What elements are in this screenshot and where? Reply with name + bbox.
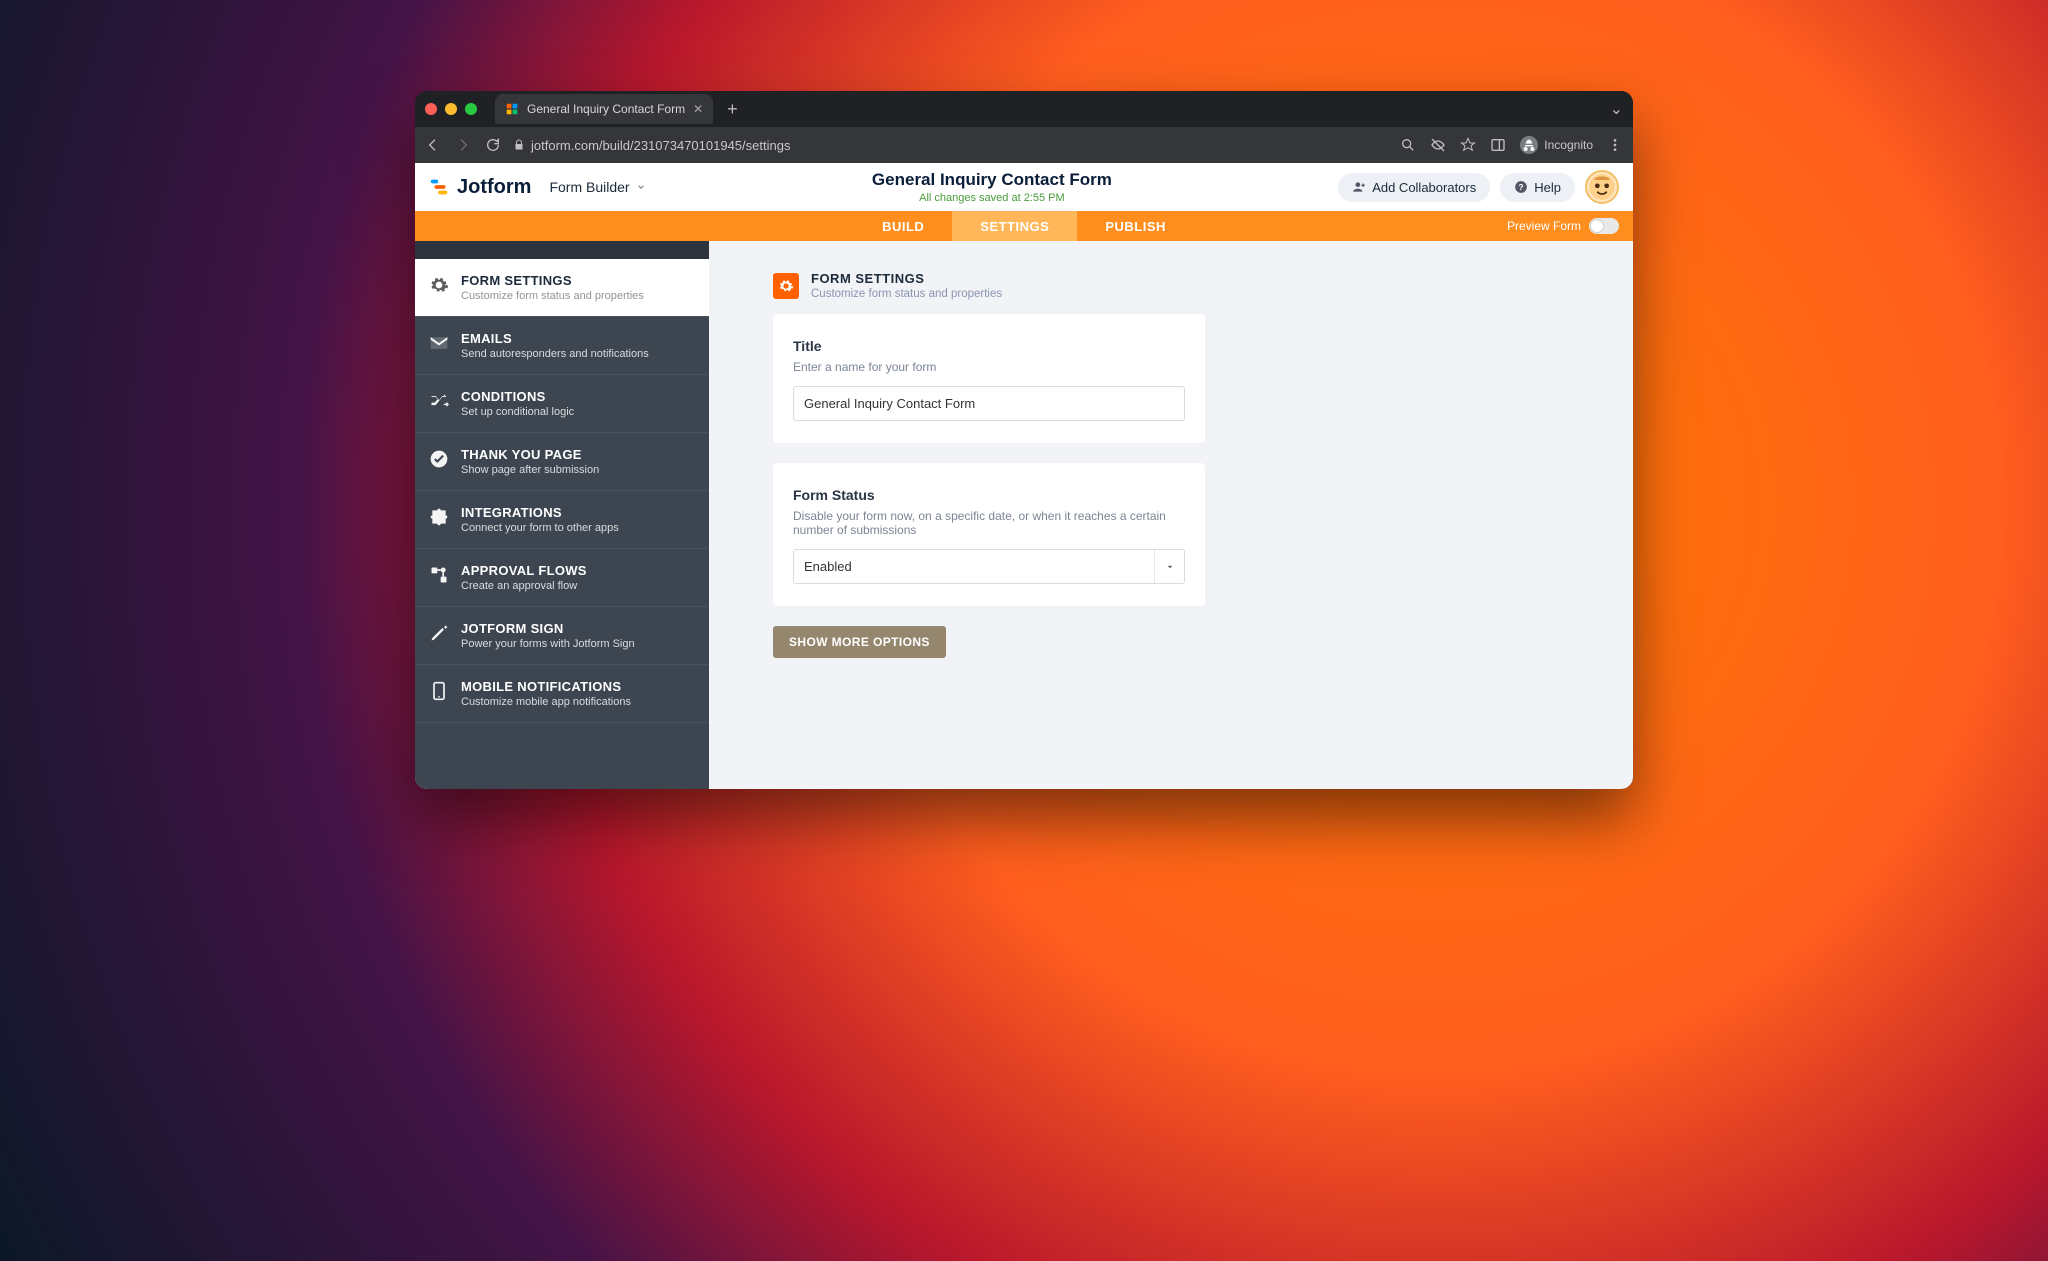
sidebar-item-mobile-notifications[interactable]: MOBILE NOTIFICATIONSCustomize mobile app… bbox=[415, 665, 709, 723]
title-card: Title Enter a name for your form bbox=[773, 314, 1205, 443]
save-status: All changes saved at 2:55 PM bbox=[646, 192, 1339, 204]
preview-form-label: Preview Form bbox=[1507, 219, 1581, 233]
close-window-button[interactable] bbox=[425, 103, 437, 115]
app-header: Jotform Form Builder General Inquiry Con… bbox=[415, 163, 1633, 211]
settings-sidebar: FORM SETTINGSCustomize form status and p… bbox=[415, 241, 709, 789]
new-tab-button[interactable]: + bbox=[721, 99, 744, 120]
user-avatar[interactable] bbox=[1585, 170, 1619, 204]
gear-icon bbox=[429, 275, 449, 295]
sidebar-item-emails[interactable]: EMAILSSend autoresponders and notificati… bbox=[415, 317, 709, 375]
browser-toolbar: jotform.com/build/231073470101945/settin… bbox=[415, 127, 1633, 163]
star-icon[interactable] bbox=[1460, 137, 1476, 153]
form-builder-dropdown[interactable]: Form Builder bbox=[549, 179, 645, 195]
address-bar[interactable]: jotform.com/build/231073470101945/settin… bbox=[513, 138, 790, 153]
sidebar-item-form-settings[interactable]: FORM SETTINGSCustomize form status and p… bbox=[415, 259, 709, 317]
main-tabs: BUILD SETTINGS PUBLISH Preview Form bbox=[415, 211, 1633, 241]
sidebar-item-jotform-sign[interactable]: JOTFORM SIGNPower your forms with Jotfor… bbox=[415, 607, 709, 665]
sidebar-item-thank-you[interactable]: THANK YOU PAGEShow page after submission bbox=[415, 433, 709, 491]
panel-icon[interactable] bbox=[1490, 137, 1506, 153]
tabs-dropdown-icon[interactable]: ⌄ bbox=[1610, 99, 1623, 119]
tab-strip: General Inquiry Contact Form ✕ + ⌄ bbox=[415, 91, 1633, 127]
help-button[interactable]: ? Help bbox=[1500, 173, 1575, 202]
app-body: FORM SETTINGS Customize form status and p… bbox=[415, 241, 1633, 789]
incognito-indicator[interactable]: Incognito bbox=[1520, 136, 1593, 154]
form-builder-label: Form Builder bbox=[549, 179, 629, 195]
title-input[interactable] bbox=[793, 386, 1185, 421]
window-controls bbox=[425, 103, 477, 115]
preview-toggle[interactable] bbox=[1589, 218, 1619, 234]
jotform-logo[interactable]: Jotform bbox=[429, 176, 531, 199]
mail-icon bbox=[429, 333, 449, 353]
logo-text: Jotform bbox=[457, 176, 531, 199]
lock-icon bbox=[513, 139, 525, 151]
browser-window: General Inquiry Contact Form ✕ + ⌄ jotfo… bbox=[415, 91, 1633, 789]
url-text: jotform.com/build/231073470101945/settin… bbox=[531, 138, 790, 153]
avatar-icon bbox=[1588, 173, 1616, 201]
sidebar-item-conditions[interactable]: CONDITIONSSet up conditional logic bbox=[415, 375, 709, 433]
search-icon[interactable] bbox=[1400, 137, 1416, 153]
forward-icon[interactable] bbox=[455, 137, 471, 153]
show-more-options-button[interactable]: SHOW MORE OPTIONS bbox=[773, 626, 946, 658]
puzzle-icon bbox=[429, 507, 449, 527]
flow-icon bbox=[429, 565, 449, 585]
kebab-menu-icon[interactable] bbox=[1607, 137, 1623, 153]
pen-icon bbox=[429, 623, 449, 643]
title-label: Title bbox=[793, 338, 1185, 354]
jotform-favicon bbox=[505, 102, 519, 116]
close-tab-icon[interactable]: ✕ bbox=[693, 102, 703, 116]
tab-publish[interactable]: PUBLISH bbox=[1077, 211, 1194, 241]
tab-build[interactable]: BUILD bbox=[854, 211, 952, 241]
title-help: Enter a name for your form bbox=[793, 360, 1185, 374]
chevron-down-icon bbox=[1154, 550, 1184, 583]
maximize-window-button[interactable] bbox=[465, 103, 477, 115]
section-title: FORM SETTINGS bbox=[811, 271, 1002, 286]
add-collaborators-button[interactable]: Add Collaborators bbox=[1338, 173, 1490, 202]
browser-tab[interactable]: General Inquiry Contact Form ✕ bbox=[495, 94, 713, 124]
chevron-down-icon bbox=[636, 182, 646, 192]
status-help: Disable your form now, on a specific dat… bbox=[793, 509, 1185, 537]
person-add-icon bbox=[1352, 180, 1366, 194]
sidebar-item-integrations[interactable]: INTEGRATIONSConnect your form to other a… bbox=[415, 491, 709, 549]
add-collaborators-label: Add Collaborators bbox=[1372, 180, 1476, 195]
help-icon: ? bbox=[1514, 180, 1528, 194]
help-label: Help bbox=[1534, 180, 1561, 195]
reload-icon[interactable] bbox=[485, 137, 501, 153]
sidebar-lip bbox=[415, 241, 709, 259]
shuffle-icon bbox=[429, 391, 449, 411]
tab-title: General Inquiry Contact Form bbox=[527, 102, 685, 116]
status-select[interactable]: Enabled bbox=[793, 549, 1185, 584]
check-circle-icon bbox=[429, 449, 449, 469]
back-icon[interactable] bbox=[425, 137, 441, 153]
status-value: Enabled bbox=[793, 549, 1185, 584]
status-card: Form Status Disable your form now, on a … bbox=[773, 463, 1205, 606]
jotform-logomark-icon bbox=[429, 176, 451, 198]
svg-text:?: ? bbox=[1519, 183, 1524, 192]
incognito-icon bbox=[1520, 136, 1538, 154]
tab-settings[interactable]: SETTINGS bbox=[952, 211, 1077, 241]
phone-icon bbox=[429, 681, 449, 701]
section-subtitle: Customize form status and properties bbox=[811, 288, 1002, 300]
section-header: FORM SETTINGS Customize form status and … bbox=[773, 271, 1633, 300]
minimize-window-button[interactable] bbox=[445, 103, 457, 115]
eye-off-icon[interactable] bbox=[1430, 137, 1446, 153]
sidebar-item-approval-flows[interactable]: APPROVAL FLOWSCreate an approval flow bbox=[415, 549, 709, 607]
incognito-label: Incognito bbox=[1544, 138, 1593, 152]
gear-square-icon bbox=[773, 273, 799, 299]
main-panel: FORM SETTINGS Customize form status and … bbox=[709, 241, 1633, 789]
page-title: General Inquiry Contact Form bbox=[646, 170, 1339, 190]
status-label: Form Status bbox=[793, 487, 1185, 503]
